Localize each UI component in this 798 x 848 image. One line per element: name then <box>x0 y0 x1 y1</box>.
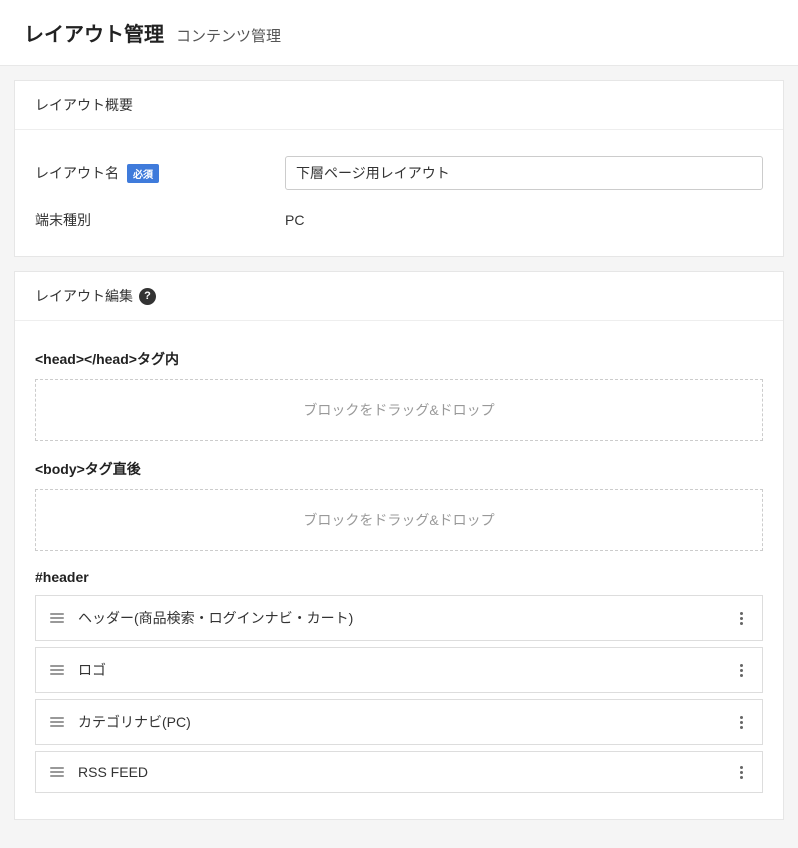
edit-heading-text: レイアウト編集 <box>35 286 133 306</box>
layout-name-label-col: レイアウト名 必須 <box>35 163 285 183</box>
device-type-value: PC <box>285 212 304 228</box>
block-item[interactable]: カテゴリナビ(PC) <box>35 699 763 745</box>
help-icon[interactable]: ? <box>139 288 156 305</box>
device-type-label-col: 端末種別 <box>35 210 285 230</box>
page-subtitle: コンテンツ管理 <box>176 25 281 46</box>
more-icon[interactable] <box>734 716 748 729</box>
edit-card: レイアウト編集 ? <head></head>タグ内 ブロックをドラッグ&ドロッ… <box>14 271 784 820</box>
drag-handle-icon[interactable] <box>50 767 64 777</box>
block-item[interactable]: RSS FEED <box>35 751 763 793</box>
overview-heading: レイアウト概要 <box>15 81 783 130</box>
body-dropzone[interactable]: ブロックをドラッグ&ドロップ <box>35 489 763 551</box>
edit-body: <head></head>タグ内 ブロックをドラッグ&ドロップ <body>タグ… <box>15 321 783 819</box>
more-icon[interactable] <box>734 766 748 779</box>
device-type-row: 端末種別 PC <box>35 200 763 240</box>
layout-name-input-col <box>285 156 763 190</box>
block-label: カテゴリナビ(PC) <box>78 712 720 732</box>
overview-card: レイアウト概要 レイアウト名 必須 端末種別 PC <box>14 80 784 257</box>
page-header: レイアウト管理 コンテンツ管理 <box>0 0 798 66</box>
device-type-value-col: PC <box>285 212 763 228</box>
more-icon[interactable] <box>734 664 748 677</box>
drag-handle-icon[interactable] <box>50 613 64 623</box>
header-zone-label: #header <box>35 569 763 585</box>
more-icon[interactable] <box>734 612 748 625</box>
head-dropzone[interactable]: ブロックをドラッグ&ドロップ <box>35 379 763 441</box>
layout-name-input[interactable] <box>285 156 763 190</box>
device-type-label: 端末種別 <box>35 210 91 230</box>
drag-handle-icon[interactable] <box>50 665 64 675</box>
layout-name-label: レイアウト名 <box>35 163 119 183</box>
block-label: RSS FEED <box>78 764 720 780</box>
block-item[interactable]: ヘッダー(商品検索・ログインナビ・カート) <box>35 595 763 641</box>
block-label: ロゴ <box>78 660 720 680</box>
content: レイアウト概要 レイアウト名 必須 端末種別 PC <box>0 66 798 848</box>
body-zone-label: <body>タグ直後 <box>35 459 763 479</box>
block-item[interactable]: ロゴ <box>35 647 763 693</box>
layout-name-row: レイアウト名 必須 <box>35 146 763 200</box>
required-badge: 必須 <box>127 164 159 183</box>
dropzone-placeholder: ブロックをドラッグ&ドロップ <box>303 402 494 418</box>
overview-body: レイアウト名 必須 端末種別 PC <box>15 130 783 256</box>
drag-handle-icon[interactable] <box>50 717 64 727</box>
dropzone-placeholder: ブロックをドラッグ&ドロップ <box>303 512 494 528</box>
page-title: レイアウト管理 <box>24 18 164 47</box>
block-label: ヘッダー(商品検索・ログインナビ・カート) <box>78 608 720 628</box>
head-zone-label: <head></head>タグ内 <box>35 349 763 369</box>
overview-heading-text: レイアウト概要 <box>35 95 133 115</box>
edit-heading: レイアウト編集 ? <box>15 272 783 321</box>
